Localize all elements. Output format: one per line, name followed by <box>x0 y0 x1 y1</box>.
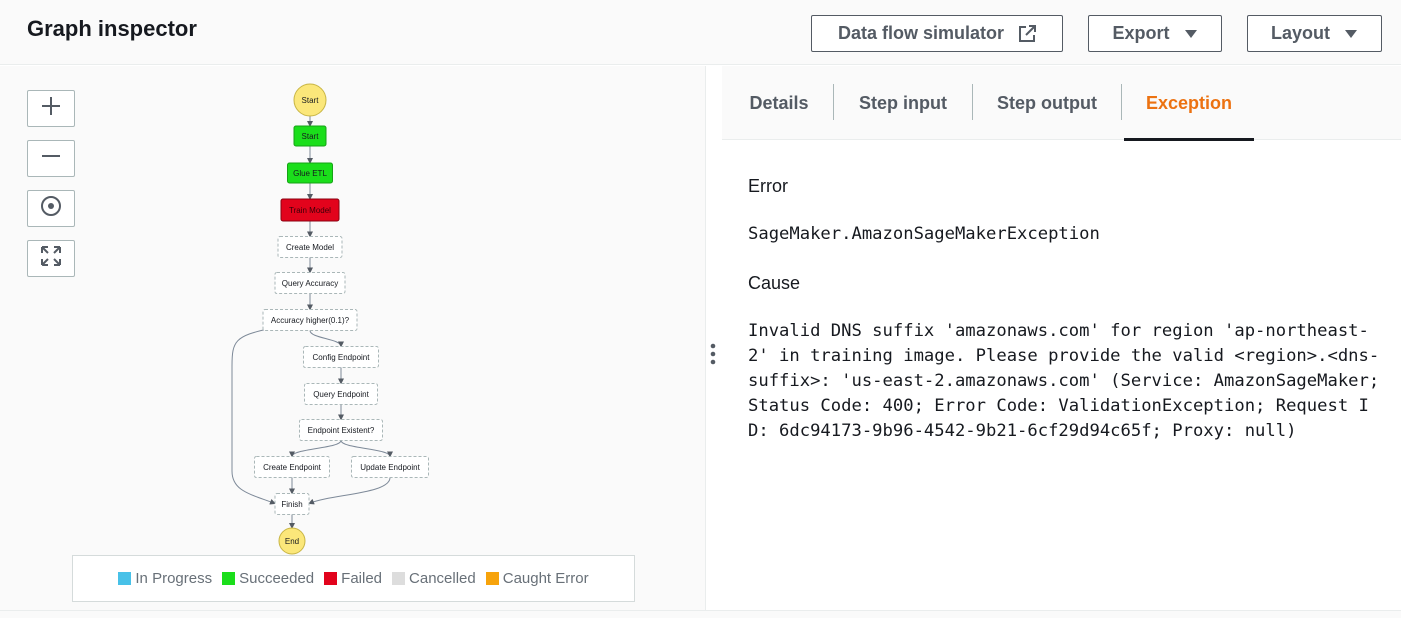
expand-arrows-icon <box>40 245 62 272</box>
legend-label: Succeeded <box>239 570 315 587</box>
legend-item-cancelled: Cancelled <box>392 570 476 587</box>
graph-node-update-ep[interactable]: Update Endpoint <box>351 456 429 478</box>
graph-node-label: Train Model <box>289 206 331 215</box>
graph-node-label: Accuracy higher(0.1)? <box>271 316 350 325</box>
graph-node-label: Update Endpoint <box>360 463 420 472</box>
graph-node-label: Query Accuracy <box>282 279 338 288</box>
cause-value: Invalid DNS suffix 'amazonaws.com' for r… <box>748 321 1390 441</box>
tab-separator <box>972 84 973 120</box>
tab-details[interactable]: Details <box>736 66 822 140</box>
target-icon <box>40 195 62 222</box>
bottom-resize-bar[interactable] <box>0 610 1401 618</box>
graph-edge <box>340 440 393 458</box>
details-tabs: Details Step input Step output Exception <box>722 66 1401 141</box>
graph-node-config-ep[interactable]: Config Endpoint <box>303 346 379 368</box>
graph-inspector-header: Graph inspector Data flow simulator Expo… <box>0 0 1401 65</box>
export-label: Export <box>1112 23 1170 43</box>
exception-content: Error SageMaker.AmazonSageMakerException… <box>748 174 1388 444</box>
graph-edge <box>308 477 391 505</box>
state-machine-graph[interactable]: Start Start Glue ETL Train Model Create Mode… <box>0 66 706 610</box>
legend-swatch <box>324 572 338 585</box>
graph-edge <box>289 440 342 458</box>
fit-to-screen-button[interactable] <box>27 240 75 277</box>
data-flow-simulator-button[interactable]: Data flow simulator <box>811 15 1063 52</box>
legend-label: Caught Error <box>502 570 589 587</box>
legend-item-failed: Failed <box>324 570 382 587</box>
zoom-out-button[interactable] <box>27 140 75 177</box>
graph-canvas[interactable]: Start Start Glue ETL Train Model Create Mode… <box>0 66 706 610</box>
tab-step-input[interactable]: Step input <box>847 66 959 140</box>
tab-exception[interactable]: Exception <box>1124 66 1254 141</box>
vertical-dots-icon <box>710 343 716 369</box>
graph-node-create-model[interactable]: Create Model <box>277 236 343 258</box>
graph-node-create-ep[interactable]: Create Endpoint <box>254 456 330 478</box>
external-link-icon <box>1018 24 1037 43</box>
pane-resize-handle[interactable] <box>710 343 716 365</box>
graph-node-end-circle[interactable]: End <box>278 527 306 555</box>
graph-edge <box>309 330 344 348</box>
graph-node-query-acc[interactable]: Query Accuracy <box>274 272 346 294</box>
legend-swatch <box>485 572 499 585</box>
details-panel: Details Step input Step output Exception… <box>722 66 1401 610</box>
legend-item-caught-error: Caught Error <box>485 570 589 587</box>
tab-step-output[interactable]: Step output <box>986 66 1108 140</box>
graph-node-label: Config Endpoint <box>313 353 371 362</box>
legend-label: Failed <box>341 570 383 587</box>
graph-node-label: End <box>285 537 299 546</box>
graph-node-label: Start <box>302 132 320 141</box>
tab-separator <box>833 84 834 120</box>
caret-down-icon <box>1344 29 1358 39</box>
graph-node-start-circle[interactable]: Start <box>293 83 327 117</box>
error-value: SageMaker.AmazonSageMakerException <box>748 224 1100 244</box>
layout-label: Layout <box>1270 23 1330 43</box>
graph-node-start[interactable]: Start <box>293 125 327 147</box>
graph-node-train[interactable]: Train Model <box>280 198 340 222</box>
graph-node-label: Query Endpoint <box>313 390 369 399</box>
caret-down-icon <box>1184 29 1198 39</box>
error-label: Error <box>748 176 788 196</box>
graph-node-glue[interactable]: Glue ETL <box>287 162 333 184</box>
graph-node-label: Create Model <box>286 243 334 252</box>
center-graph-button[interactable] <box>27 190 75 227</box>
plus-icon <box>40 95 62 122</box>
legend-item-succeeded: Succeeded <box>222 570 314 587</box>
legend-label: Cancelled <box>409 570 476 587</box>
legend-swatch <box>118 572 132 585</box>
graph-node-acc-higher[interactable]: Accuracy higher(0.1)? <box>262 309 358 331</box>
export-button[interactable]: Export <box>1088 15 1222 52</box>
graph-node-finish[interactable]: Finish <box>274 493 310 515</box>
minus-icon <box>40 145 62 172</box>
graph-node-label: Finish <box>281 500 302 509</box>
graph-node-label: Endpoint Existent? <box>308 426 375 435</box>
data-flow-simulator-label: Data flow simulator <box>837 23 1005 43</box>
graph-node-label: Start <box>302 96 320 105</box>
graph-node-query-ep[interactable]: Query Endpoint <box>304 383 378 405</box>
legend-swatch <box>392 572 406 585</box>
page-title: Graph inspector <box>27 16 197 41</box>
graph-node-label: Create Endpoint <box>263 463 322 472</box>
legend-item-in-progress: In Progress <box>118 570 212 587</box>
graph-node-label: Glue ETL <box>293 169 327 178</box>
status-legend: In Progress Succeeded Failed Cancelled C… <box>72 555 635 602</box>
legend-label: In Progress <box>135 570 213 587</box>
zoom-in-button[interactable] <box>27 90 75 127</box>
layout-button[interactable]: Layout <box>1247 15 1382 52</box>
tab-separator <box>1121 84 1122 120</box>
graph-node-ep-exist[interactable]: Endpoint Existent? <box>299 419 383 441</box>
legend-swatch <box>222 572 236 585</box>
cause-label: Cause <box>748 273 801 293</box>
